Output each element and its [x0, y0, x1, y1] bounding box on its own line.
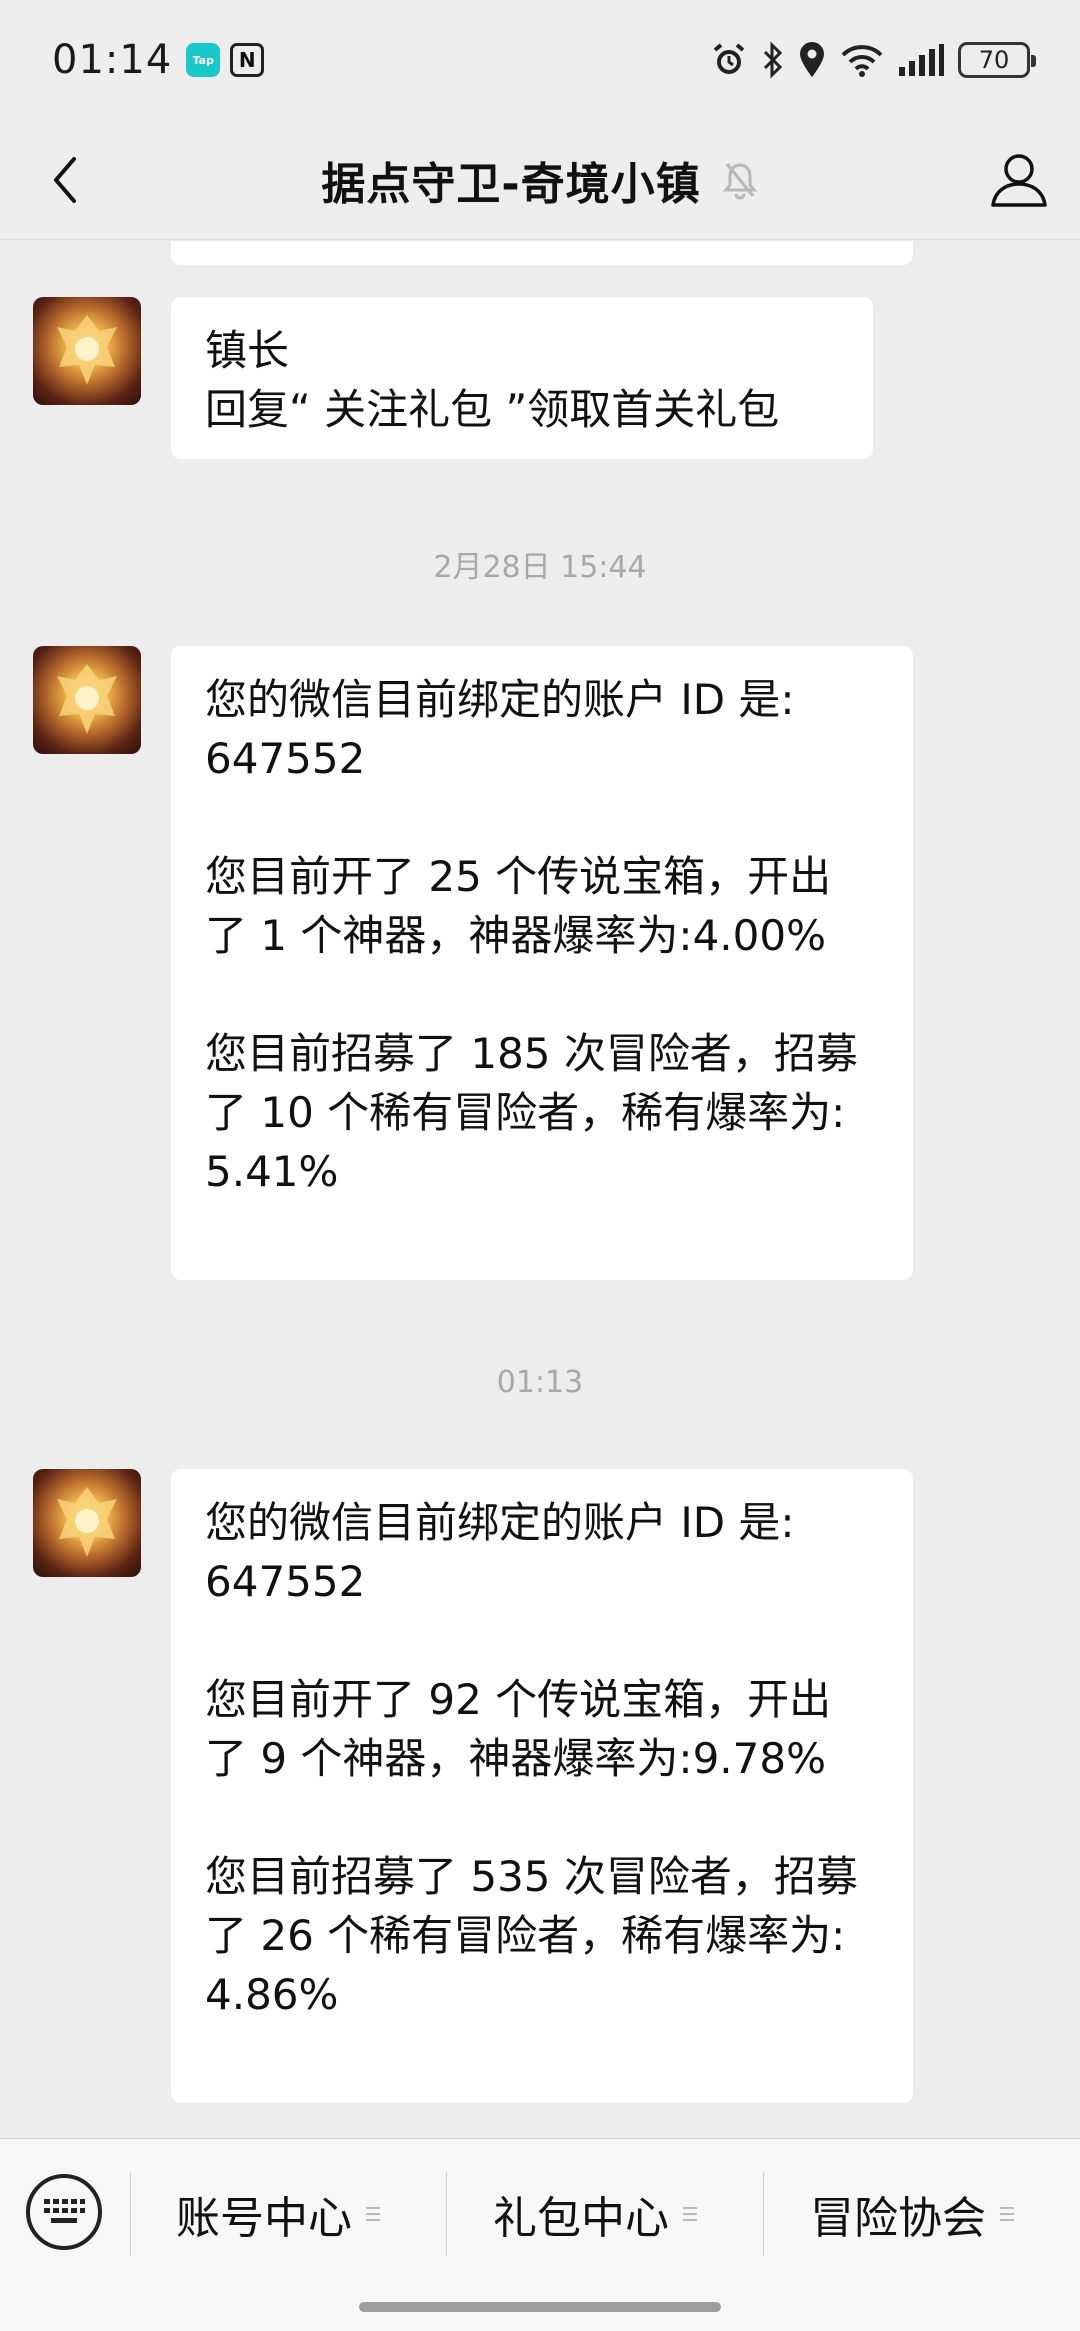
nfc-icon: N	[230, 43, 265, 77]
menu-lines-icon	[366, 2207, 380, 2221]
menu-item-gift-center[interactable]: 礼包中心	[493, 2174, 697, 2254]
status-icons: 70	[710, 41, 1036, 79]
message-line: 您的微信目前绑定的账户 ID 是:	[205, 1498, 795, 1547]
taptap-icon: Tap	[186, 43, 221, 77]
location-icon	[800, 42, 824, 77]
message-line: 您目前开了 25 个传说宝箱，开出	[205, 852, 832, 901]
message-line: 您目前招募了 185 次冒险者，招募	[205, 1029, 858, 1078]
back-icon	[54, 157, 76, 203]
message-line: 了 1 个神器，神器爆率为:4.00%	[205, 911, 826, 960]
alarm-icon	[713, 43, 745, 74]
menu-item-label: 礼包中心	[493, 2193, 669, 2244]
menu-item-label: 账号中心	[176, 2193, 352, 2244]
message-line: 了 9 个神器，神器爆率为:9.78%	[205, 1734, 826, 1783]
menu-item-label: 冒险协会	[810, 2193, 986, 2244]
emblem-icon	[57, 664, 117, 734]
keyboard-button[interactable]	[26, 2174, 102, 2250]
status-time: 01:14	[52, 37, 173, 83]
battery-icon: 70	[958, 42, 1036, 78]
message-line: 647552	[205, 734, 366, 783]
message-line: 您的微信目前绑定的账户 ID 是:	[205, 675, 795, 724]
home-indicator[interactable]	[359, 2302, 721, 2312]
message-line: 了 26 个稀有冒险者，稀有爆率为:	[205, 1911, 846, 1960]
signal-icon	[899, 44, 944, 76]
message-bubble[interactable]: 您的微信目前绑定的账户 ID 是: 647552 您目前开了 92 个传说宝箱，…	[171, 1469, 913, 2103]
menu-lines-icon	[1000, 2207, 1014, 2221]
emblem-icon	[57, 1487, 117, 1557]
message-line: 回复“ 关注礼包 ”领取首关礼包	[205, 385, 780, 434]
avatar[interactable]	[33, 1469, 141, 1577]
wechat-official-account-chat: 01:14 Tap N 70 据点守卫-奇境小镇 镇长 回复“ 关注礼包 ”领取…	[0, 0, 1080, 2331]
chat-title: 据点守卫-奇境小镇	[321, 158, 701, 210]
message-line: 您目前开了 92 个传说宝箱，开出	[205, 1675, 832, 1724]
message-bubble[interactable]: 您的微信目前绑定的账户 ID 是: 647552 您目前开了 25 个传说宝箱，…	[171, 646, 913, 1280]
profile-button[interactable]	[984, 145, 1054, 215]
back-button[interactable]	[30, 145, 100, 215]
menu-separator	[446, 2172, 447, 2256]
menu-separator	[763, 2172, 764, 2256]
mute-icon	[721, 160, 759, 200]
profile-icon	[991, 154, 1047, 207]
message-line: 镇长	[205, 326, 290, 375]
status-bar: 01:14 Tap N 70	[0, 0, 1080, 120]
message-bubble[interactable]: 镇长 回复“ 关注礼包 ”领取首关礼包	[171, 297, 873, 459]
message-line: 5.41%	[205, 1147, 339, 1196]
keyboard-icon	[44, 2199, 85, 2223]
message-line: 647552	[205, 1557, 366, 1606]
chat-area[interactable]: 镇长 回复“ 关注礼包 ”领取首关礼包 2月28日 15:44 您的微信目前绑定…	[0, 241, 1080, 2138]
previous-message-bubble[interactable]	[171, 241, 913, 265]
title-bar: 据点守卫-奇境小镇	[0, 120, 1080, 240]
time-divider: 01:13	[496, 1365, 584, 1400]
emblem-icon	[57, 315, 117, 385]
message-line: 了 10 个稀有冒险者，稀有爆率为:	[205, 1088, 846, 1137]
bluetooth-icon	[763, 41, 783, 79]
avatar[interactable]	[33, 297, 141, 405]
avatar[interactable]	[33, 646, 141, 754]
menu-item-adventure-guild[interactable]: 冒险协会	[810, 2174, 1014, 2254]
message-line: 您目前招募了 535 次冒险者，招募	[205, 1852, 858, 1901]
menu-item-account-center[interactable]: 账号中心	[176, 2174, 380, 2254]
message-line: 4.86%	[205, 1970, 339, 2019]
menu-separator	[130, 2172, 131, 2256]
menu-lines-icon	[683, 2207, 697, 2221]
time-divider: 2月28日 15:44	[433, 550, 647, 585]
wifi-icon	[841, 45, 883, 77]
